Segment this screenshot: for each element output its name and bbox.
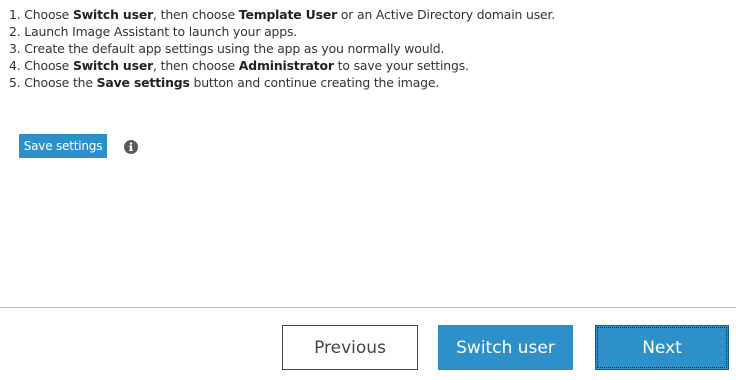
step-emphasis: Save settings (96, 75, 190, 90)
step-text: 3. Create the default app settings using… (9, 41, 445, 56)
step-text: button and continue creating the image. (189, 75, 440, 90)
switch-user-button[interactable]: Switch user (438, 325, 573, 370)
next-button[interactable]: Next (595, 325, 729, 370)
save-settings-button[interactable]: Save settings (19, 134, 107, 158)
instruction-list: 1. Choose Switch user, then choose Templ… (9, 6, 729, 91)
info-circle-icon[interactable] (124, 139, 138, 154)
instruction-step-1: 1. Choose Switch user, then choose Templ… (9, 6, 729, 23)
instruction-step-3: 3. Create the default app settings using… (9, 40, 729, 57)
step-emphasis: Switch user (72, 7, 154, 22)
step-text: , then choose (153, 58, 239, 73)
step-emphasis: Administrator (238, 58, 334, 73)
instruction-step-4: 4. Choose Switch user, then choose Admin… (9, 57, 729, 74)
step-text: to save your settings. (333, 58, 469, 73)
step-text: 4. Choose (9, 58, 73, 73)
footer-divider (0, 307, 736, 308)
step-text: , then choose (153, 7, 239, 22)
previous-button[interactable]: Previous (282, 325, 418, 370)
instruction-step-2: 2. Launch Image Assistant to launch your… (9, 23, 729, 40)
step-text: 1. Choose (9, 7, 73, 22)
step-text: 5. Choose the (9, 75, 97, 90)
step-text: 2. Launch Image Assistant to launch your… (9, 24, 298, 39)
instruction-step-5: 5. Choose the Save settings button and c… (9, 74, 729, 91)
step-emphasis: Template User (238, 7, 338, 22)
step-text: or an Active Directory domain user. (337, 7, 556, 22)
step-emphasis: Switch user (72, 58, 154, 73)
